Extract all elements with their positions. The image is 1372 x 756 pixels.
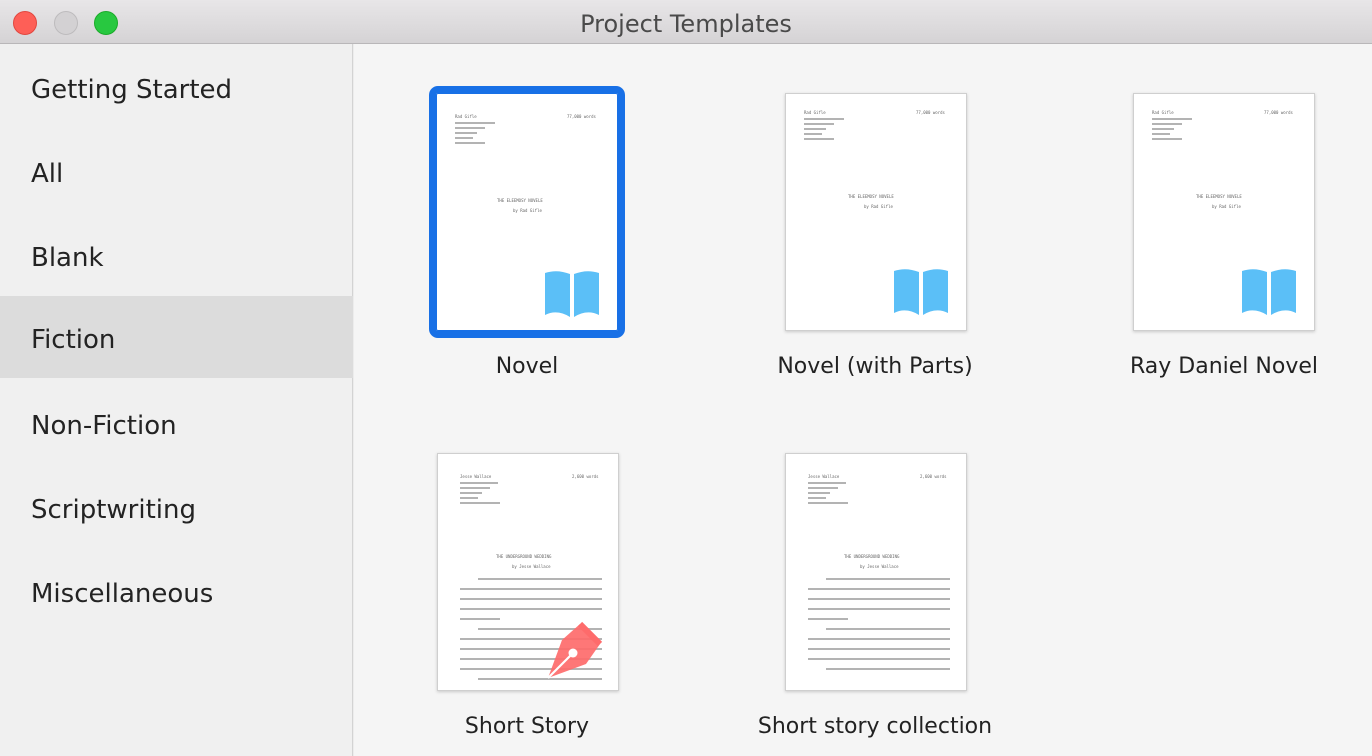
preview-author: Rad Gifle: [1152, 110, 1174, 115]
template-preview[interactable]: Rad Gifle 77,000 words THE ELEEMOSY NOVE…: [1133, 93, 1315, 331]
preview-word-count: 2,600 words: [572, 474, 599, 479]
template-tile-novel-with-parts[interactable]: Rad Gifle 77,000 words THE ELEEMOSY NOVE…: [745, 89, 1005, 389]
preview-byline: by Jesse Wallace: [512, 564, 551, 569]
preview-title: THE ELEEMOSY NOVELE: [1196, 194, 1242, 199]
preview-byline: by Jesse Wallace: [860, 564, 899, 569]
preview-title: THE ELEEMOSY NOVELE: [848, 194, 894, 199]
template-preview[interactable]: Rad Gifle 77,000 words THE ELEEMOSY NOVE…: [785, 93, 967, 331]
preview-byline: by Rad Gifle: [1212, 204, 1241, 209]
template-preview[interactable]: Jesse Wallace 2,600 words THE UNDERGROUN…: [785, 453, 967, 691]
template-tile-ray-daniel-novel[interactable]: Rad Gifle 77,000 words THE ELEEMOSY NOVE…: [1094, 89, 1354, 389]
template-label: Short story collection: [757, 714, 993, 739]
book-icon: [1242, 269, 1296, 315]
template-preview[interactable]: Rad Gifle 77,000 words THE ELEEMOSY NOVE…: [429, 86, 625, 338]
template-label: Novel (with Parts): [777, 354, 973, 379]
preview-title: THE UNDERGROUND WEDDING: [496, 554, 552, 559]
preview-author: Rad Gifle: [455, 114, 477, 119]
sidebar-item-non-fiction[interactable]: Non-Fiction: [0, 382, 353, 464]
preview-byline: by Rad Gifle: [864, 204, 893, 209]
sidebar-item-blank[interactable]: Blank: [0, 214, 353, 296]
book-icon: [545, 271, 599, 317]
template-tile-short-story[interactable]: Jesse Wallace 2,600 words THE UNDERGROUN…: [397, 449, 657, 749]
sidebar-item-all[interactable]: All: [0, 130, 353, 212]
sidebar-item-scriptwriting[interactable]: Scriptwriting: [0, 466, 353, 548]
preview-title: THE UNDERGROUND WEDDING: [844, 554, 900, 559]
preview-title: THE ELEEMOSY NOVELE: [497, 198, 543, 203]
preview-author: Rad Gifle: [804, 110, 826, 115]
template-grid: Rad Gifle 77,000 words THE ELEEMOSY NOVE…: [354, 44, 1372, 756]
sidebar-item-fiction[interactable]: Fiction: [0, 296, 353, 378]
sidebar-item-miscellaneous[interactable]: Miscellaneous: [0, 550, 353, 632]
title-bar: Project Templates: [0, 0, 1372, 44]
template-label: Ray Daniel Novel: [1130, 354, 1318, 379]
template-preview[interactable]: Jesse Wallace 2,600 words THE UNDERGROUN…: [437, 453, 619, 691]
template-label: Novel: [495, 354, 559, 379]
template-label: Short Story: [464, 714, 590, 739]
preview-word-count: 2,600 words: [920, 474, 947, 479]
template-tile-short-story-collection[interactable]: Jesse Wallace 2,600 words THE UNDERGROUN…: [745, 449, 1005, 749]
preview-author: Jesse Wallace: [460, 474, 492, 479]
preview-word-count: 77,000 words: [567, 114, 596, 119]
preview-word-count: 77,000 words: [1264, 110, 1293, 115]
window-title: Project Templates: [580, 10, 792, 38]
preview-author: Jesse Wallace: [808, 474, 840, 479]
preview-word-count: 77,000 words: [916, 110, 945, 115]
sidebar-item-getting-started[interactable]: Getting Started: [0, 46, 353, 128]
book-icon: [894, 269, 948, 315]
sidebar: Getting Started All Blank Fiction Non-Fi…: [0, 44, 353, 756]
fountain-pen-icon: [547, 621, 603, 679]
preview-byline: by Rad Gifle: [513, 208, 542, 213]
template-tile-novel[interactable]: Rad Gifle 77,000 words THE ELEEMOSY NOVE…: [397, 86, 657, 389]
